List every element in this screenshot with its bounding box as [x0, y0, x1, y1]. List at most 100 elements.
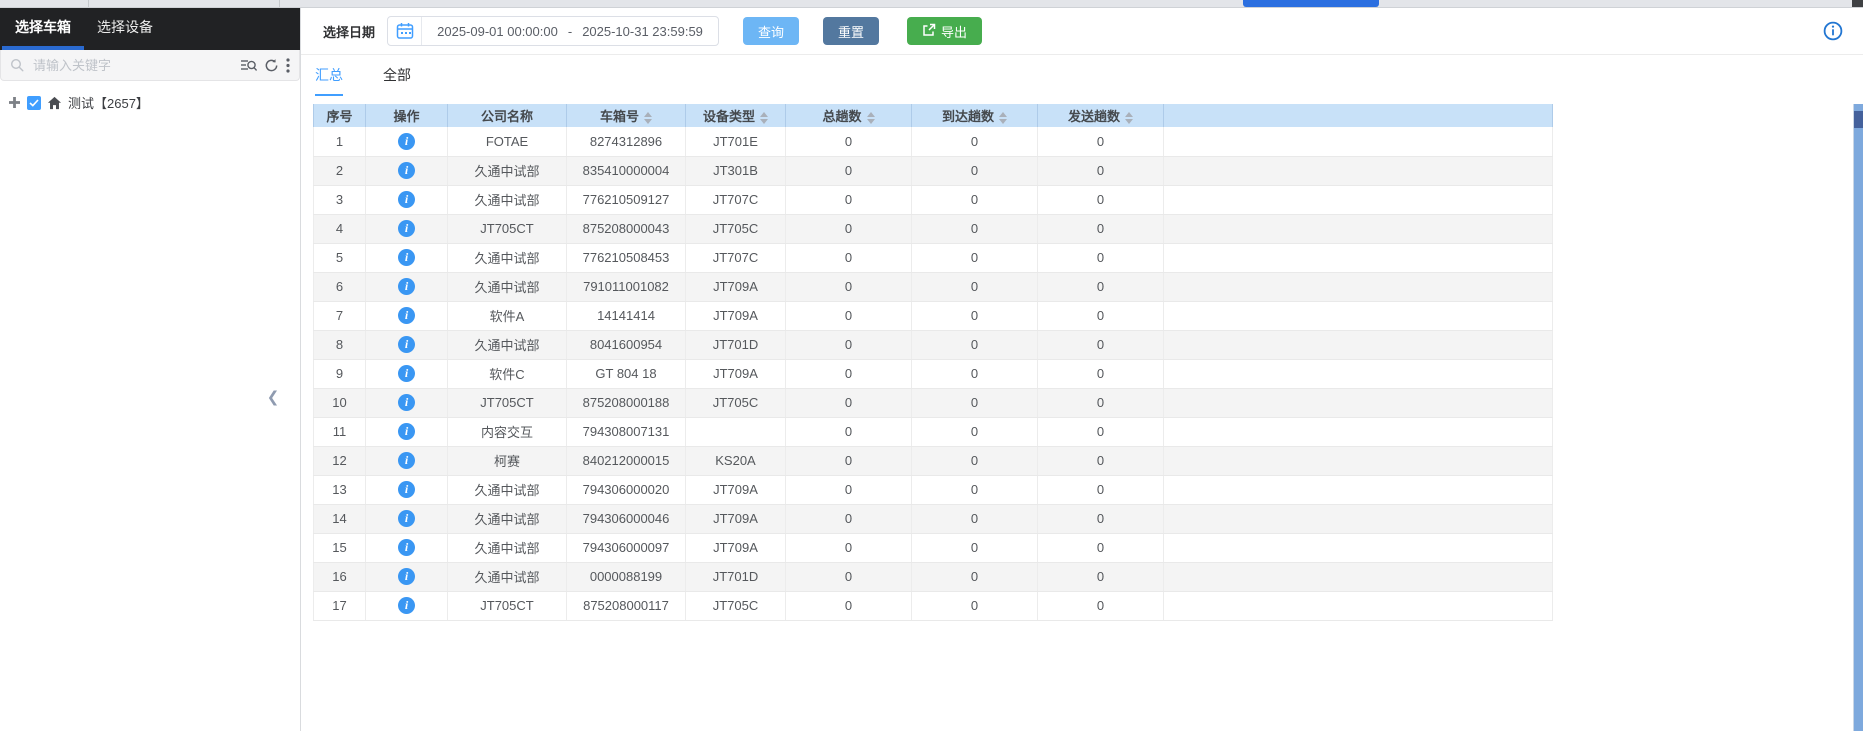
cell-sent-trips: 0: [1037, 243, 1164, 273]
cell-total-trips: 0: [785, 359, 912, 389]
refresh-icon[interactable]: [264, 58, 279, 73]
cell-total-trips: 0: [785, 475, 912, 505]
table-row: 13 i 久通中试部 794306000020 JT709A 0 0 0: [313, 475, 1553, 505]
cell-filler: [1163, 475, 1553, 505]
cell-operation: i: [365, 330, 448, 360]
cell-arrived-trips: 0: [911, 214, 1038, 244]
cell-box-no: 791011001082: [566, 272, 686, 302]
table-row: 11 i 内容交互 794308007131 0 0 0: [313, 417, 1553, 447]
sidebar-tabs: 选择车箱 选择设备: [0, 8, 300, 50]
row-info-icon[interactable]: i: [398, 452, 415, 469]
cell-company: 久通中试部: [447, 156, 567, 186]
reset-button[interactable]: 重置: [823, 17, 880, 45]
tab-label: 全部: [383, 66, 411, 83]
row-info-icon[interactable]: i: [398, 365, 415, 382]
tree-checkbox[interactable]: [27, 95, 41, 110]
row-info-icon[interactable]: i: [398, 394, 415, 411]
cell-arrived-trips: 0: [911, 417, 1038, 447]
cell-arrived-trips: 0: [911, 301, 1038, 331]
row-info-icon[interactable]: i: [398, 191, 415, 208]
row-info-icon[interactable]: i: [398, 597, 415, 614]
row-info-icon[interactable]: i: [398, 336, 415, 353]
expand-plus-icon[interactable]: [8, 96, 21, 109]
tree-node-root[interactable]: 测试【2657】: [8, 93, 292, 112]
cell-sent-trips: 0: [1037, 417, 1164, 447]
search-icon: [10, 58, 24, 72]
cell-arrived-trips: 0: [911, 388, 1038, 418]
tab-all[interactable]: 全部: [383, 55, 411, 96]
cell-box-no: 776210508453: [566, 243, 686, 273]
row-info-icon[interactable]: i: [398, 539, 415, 556]
tab-summary[interactable]: 汇总: [315, 55, 343, 96]
column-header-5[interactable]: 设备类型: [685, 104, 786, 127]
reset-button-label: 重置: [838, 24, 865, 40]
cell-sent-trips: 0: [1037, 301, 1164, 331]
row-info-icon[interactable]: i: [398, 278, 415, 295]
column-header-4[interactable]: 车箱号: [566, 104, 686, 127]
sort-caret-icon[interactable]: [866, 111, 875, 124]
row-info-icon[interactable]: i: [398, 481, 415, 498]
cell-device-type: JT707C: [685, 185, 786, 215]
table-row: 17 i JT705CT 875208000117 JT705C 0 0 0: [313, 591, 1553, 621]
row-info-icon[interactable]: i: [398, 249, 415, 266]
row-info-icon[interactable]: i: [398, 423, 415, 440]
date-range-input[interactable]: 2025-09-01 00:00:00 - 2025-10-31 23:59:5…: [387, 16, 720, 46]
sidebar-tab-select-device[interactable]: 选择设备: [84, 8, 166, 50]
cell-filler: [1163, 562, 1553, 592]
advanced-search-icon[interactable]: [240, 58, 257, 73]
cell-total-trips: 0: [785, 417, 912, 447]
cell-sent-trips: 0: [1037, 504, 1164, 534]
browser-accent-chip: [1243, 0, 1379, 7]
cell-total-trips: 0: [785, 388, 912, 418]
vertical-scrollbar[interactable]: [1853, 104, 1863, 731]
column-label: 设备类型: [702, 109, 755, 124]
export-button[interactable]: 导出: [907, 17, 983, 45]
date-separator: -: [567, 23, 573, 39]
sidebar-collapse-button[interactable]: ❮: [264, 380, 282, 414]
cell-device-type: JT705C: [685, 214, 786, 244]
search-input[interactable]: [31, 56, 233, 74]
table-row: 12 i 柯赛 840212000015 KS20A 0 0 0: [313, 446, 1553, 476]
cell-index: 14: [313, 504, 366, 534]
query-button[interactable]: 查询: [743, 17, 800, 45]
column-header-6[interactable]: 总趟数: [785, 104, 912, 127]
scrollbar-thumb[interactable]: [1854, 111, 1863, 128]
table-row: 8 i 久通中试部 8041600954 JT701D 0 0 0: [313, 330, 1553, 360]
info-circle-icon[interactable]: [1823, 21, 1843, 41]
row-info-icon[interactable]: i: [398, 132, 415, 150]
column-header-8[interactable]: 发送趟数: [1037, 104, 1164, 127]
cell-company: 内容交互: [447, 417, 567, 447]
date-end-value: 2025-10-31 23:59:59: [582, 23, 703, 39]
sort-caret-icon[interactable]: [1125, 111, 1133, 124]
cell-index: 11: [313, 417, 366, 447]
cell-sent-trips: 0: [1037, 475, 1164, 505]
row-info-icon[interactable]: i: [398, 307, 415, 324]
sort-caret-icon[interactable]: [644, 111, 652, 124]
tree-node-label: 测试【2657】: [68, 96, 149, 111]
cell-total-trips: 0: [785, 330, 912, 360]
sidebar-tree: 测试【2657】: [0, 81, 300, 124]
toolbar: 选择日期 2025-09-01 00:00:00 - 2025-10-31 23…: [301, 8, 1863, 55]
column-header-7[interactable]: 到达趟数: [911, 104, 1038, 127]
table-row: 2 i 久通中试部 835410000004 JT301B 0 0 0: [313, 156, 1553, 186]
cell-filler: [1163, 185, 1553, 215]
cell-arrived-trips: 0: [911, 127, 1038, 157]
row-info-icon[interactable]: i: [398, 220, 415, 237]
sort-caret-icon[interactable]: [999, 111, 1007, 124]
row-info-icon[interactable]: i: [398, 510, 415, 527]
sidebar-tab-select-box[interactable]: 选择车箱: [2, 8, 84, 50]
column-label: 序号: [326, 109, 353, 124]
column-header-1: 序号: [313, 104, 366, 127]
row-info-icon[interactable]: i: [398, 568, 415, 585]
cell-device-type: JT707C: [685, 243, 786, 273]
date-start-value: 2025-09-01 00:00:00: [437, 23, 558, 39]
sort-caret-icon[interactable]: [760, 111, 768, 124]
cell-filler: [1163, 388, 1553, 418]
row-info-icon[interactable]: i: [398, 162, 415, 179]
cell-box-no: 776210509127: [566, 185, 686, 215]
column-label: 发送趟数: [1067, 109, 1120, 124]
more-vertical-icon[interactable]: [286, 57, 290, 73]
cell-box-no: 8041600954: [566, 330, 686, 360]
summary-table: 序号 操作 公司名称 车箱号 设备类型 总趟数 到达趟数 发送趟数 1 i FOTAE 827431…: [313, 104, 1553, 621]
table-row: 9 i 软件C GT 804 18 JT709A 0 0 0: [313, 359, 1553, 389]
